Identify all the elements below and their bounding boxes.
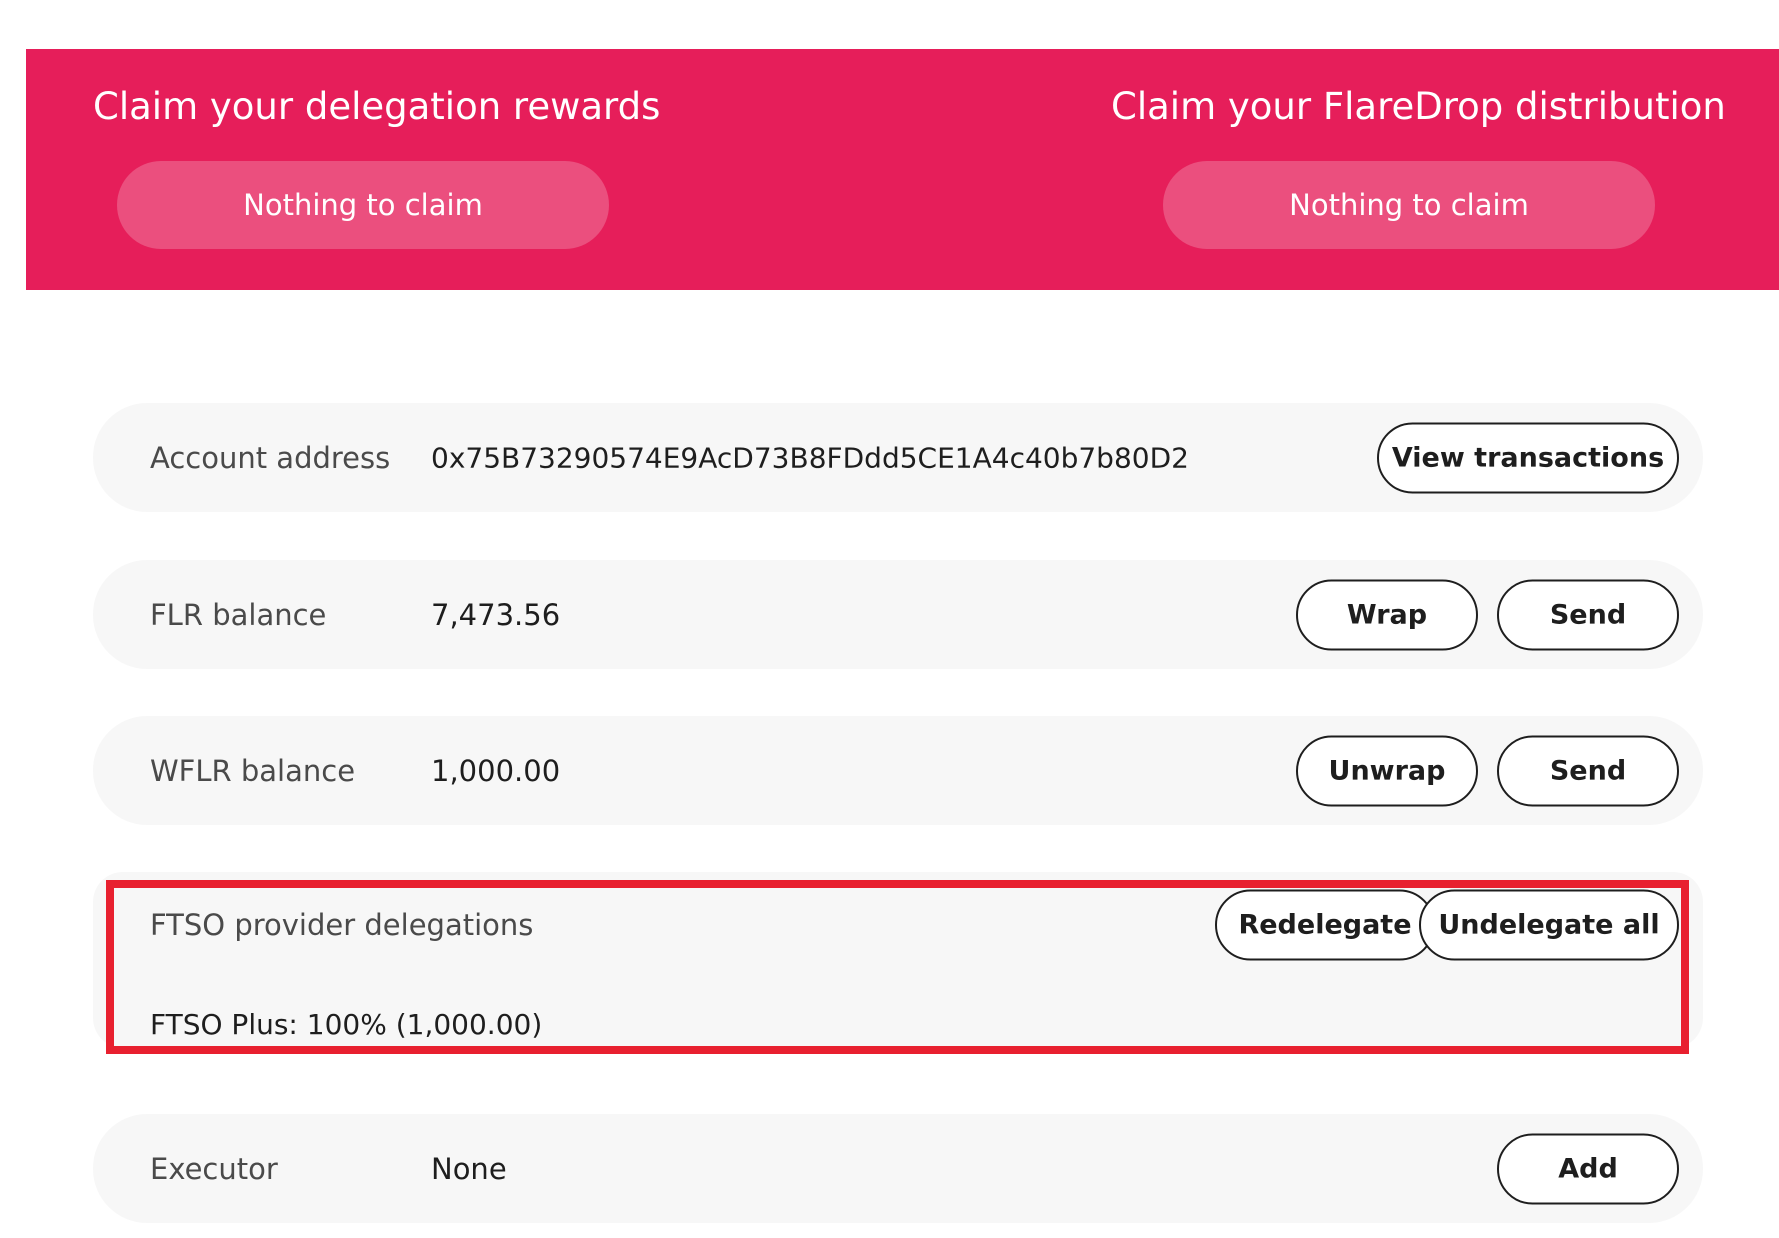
executor-row: Executor None Add xyxy=(93,1114,1703,1223)
unwrap-button[interactable]: Unwrap xyxy=(1296,735,1478,806)
undelegate-all-button[interactable]: Undelegate all xyxy=(1419,889,1679,961)
delegation-rewards-section: Claim your delegation rewards Nothing to… xyxy=(93,49,660,290)
add-executor-button[interactable]: Add xyxy=(1497,1133,1679,1204)
flaredrop-title: Claim your FlareDrop distribution xyxy=(1111,85,1726,128)
executor-label: Executor xyxy=(150,1151,278,1186)
executor-value: None xyxy=(431,1151,507,1186)
wflr-balance-row: WFLR balance 1,000.00 Unwrap Send xyxy=(93,716,1703,825)
ftso-delegations-section: FTSO provider delegations Redelegate Und… xyxy=(93,872,1703,1048)
claim-flaredrop-button[interactable]: Nothing to claim xyxy=(1163,161,1655,249)
flr-balance-label: FLR balance xyxy=(150,597,327,632)
redelegate-button[interactable]: Redelegate xyxy=(1215,889,1435,961)
wflr-balance-value: 1,000.00 xyxy=(431,753,561,788)
delegation-rewards-title: Claim your delegation rewards xyxy=(93,85,661,128)
wrap-button[interactable]: Wrap xyxy=(1296,579,1478,650)
account-address-row: Account address 0x75B73290574E9AcD73B8FD… xyxy=(93,403,1703,512)
flaredrop-section: Claim your FlareDrop distribution Nothin… xyxy=(1111,49,1731,290)
claim-banner: Claim your delegation rewards Nothing to… xyxy=(26,49,1779,290)
view-transactions-button[interactable]: View transactions xyxy=(1377,422,1679,493)
flr-send-button[interactable]: Send xyxy=(1497,579,1679,650)
wflr-balance-label: WFLR balance xyxy=(150,753,356,788)
flr-balance-value: 7,473.56 xyxy=(431,597,561,632)
delegation-entry: FTSO Plus: 100% (1,000.00) xyxy=(150,1008,543,1041)
wflr-send-button[interactable]: Send xyxy=(1497,735,1679,806)
claim-delegation-rewards-button[interactable]: Nothing to claim xyxy=(117,161,609,249)
account-address-value: 0x75B73290574E9AcD73B8FDdd5CE1A4c40b7b80… xyxy=(431,441,1189,474)
account-address-label: Account address xyxy=(150,440,391,475)
flr-balance-row: FLR balance 7,473.56 Wrap Send xyxy=(93,560,1703,669)
ftso-delegations-label: FTSO provider delegations xyxy=(150,908,534,942)
